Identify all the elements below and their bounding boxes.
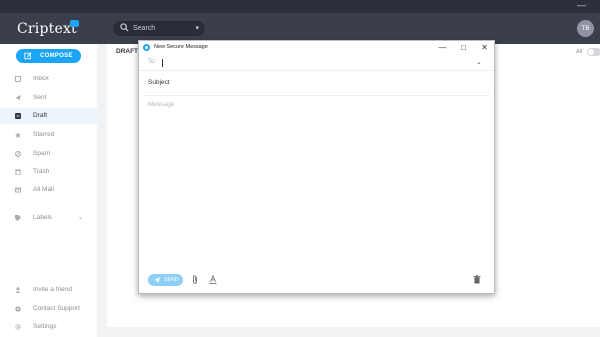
chevron-down-icon: ⌄ (78, 215, 84, 221)
sidebar-item-labels[interactable]: Labels ⌄ (0, 210, 97, 226)
avatar[interactable]: TB (577, 20, 594, 37)
subject-field[interactable]: Subject (148, 79, 170, 86)
sidebar-item-all-mail[interactable]: All Mail (0, 182, 97, 198)
compose-icon (24, 52, 32, 60)
sidebar-item-draft[interactable]: Draft (0, 108, 97, 124)
gear-icon (15, 324, 21, 330)
to-field[interactable]: To: ⌄ (139, 55, 494, 71)
star-icon (15, 132, 21, 138)
sidebar-item-settings[interactable]: Settings (0, 319, 97, 335)
logo-badge-icon (70, 20, 79, 27)
sidebar: COMPOSE Inbox Sent Draft Starred Spam Tr… (0, 44, 97, 337)
sidebar-item-sent[interactable]: Sent (0, 90, 97, 106)
draft-icon (15, 113, 21, 119)
criptext-app-icon (143, 44, 150, 51)
search-placeholder: Search (133, 25, 156, 32)
window-titlebar: — (0, 0, 600, 13)
compose-button[interactable]: COMPOSE (16, 49, 81, 63)
text-format-icon[interactable] (209, 275, 217, 284)
sidebar-item-label: Trash (33, 168, 50, 175)
text-cursor (162, 59, 163, 67)
sidebar-item-label: Contact Support (33, 305, 80, 312)
send-button[interactable]: SEND (148, 274, 183, 286)
tag-icon (15, 215, 21, 221)
filter-all-toggle[interactable] (587, 48, 600, 56)
sidebar-item-invite[interactable]: Invite a friend (0, 282, 97, 298)
send-label: SEND (164, 277, 179, 283)
mail-icon (15, 187, 21, 193)
search-input[interactable]: Search ▾ (113, 21, 205, 36)
compose-close-button[interactable]: ✕ (480, 43, 489, 52)
sidebar-item-support[interactable]: Contact Support (0, 301, 97, 317)
sidebar-item-label: Settings (33, 323, 57, 330)
compose-minimize-button[interactable]: — (438, 43, 447, 52)
sidebar-item-label: Inbox (33, 75, 49, 82)
divider (144, 95, 489, 96)
compose-window: New Secure Message — □ ✕ To: ⌄ Subject M… (138, 40, 495, 294)
send-icon (154, 277, 160, 283)
sidebar-item-label: Labels (33, 214, 53, 221)
send-icon (15, 95, 21, 101)
compose-maximize-button[interactable]: □ (459, 43, 468, 52)
window-minimize-button[interactable]: — (577, 1, 586, 10)
compose-window-titlebar: New Secure Message — □ ✕ (139, 41, 494, 54)
spam-icon (15, 151, 21, 157)
sidebar-item-label: Sent (33, 94, 47, 101)
chevron-down-icon[interactable]: ⌄ (476, 58, 482, 66)
search-icon (120, 23, 129, 32)
sidebar-item-label: Starred (33, 131, 55, 138)
sidebar-item-spam[interactable]: Spam (0, 146, 97, 162)
sidebar-item-label: All Mail (33, 186, 54, 193)
sidebar-item-starred[interactable]: Starred (0, 127, 97, 143)
inbox-icon (15, 76, 21, 82)
attachment-icon[interactable] (191, 275, 199, 284)
to-label: To: (148, 59, 157, 65)
help-icon (15, 306, 21, 312)
sidebar-item-inbox[interactable]: Inbox (0, 71, 97, 87)
filter-all-label: All (576, 49, 583, 55)
compose-window-title: New Secure Message (154, 44, 208, 50)
sidebar-item-label: Invite a friend (33, 286, 73, 293)
sidebar-item-trash[interactable]: Trash (0, 164, 97, 180)
chevron-down-icon[interactable]: ▾ (195, 23, 199, 34)
trash-icon[interactable] (473, 275, 481, 284)
message-body-field[interactable]: Message (148, 101, 174, 108)
app-logo: Criptext (17, 21, 77, 37)
page-title: DRAFT (116, 48, 139, 55)
sidebar-item-label: Draft (33, 112, 48, 119)
compose-label: COMPOSE (40, 53, 73, 59)
sidebar-item-label: Spam (33, 150, 50, 157)
user-icon (15, 287, 21, 293)
trash-icon (15, 169, 21, 175)
